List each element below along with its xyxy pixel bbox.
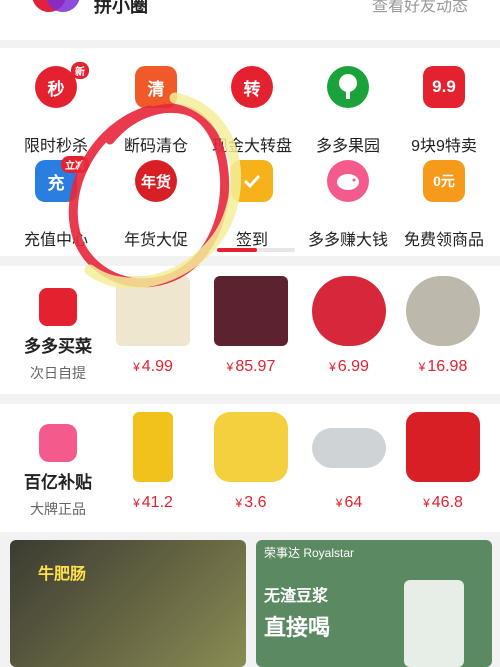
discount-badge: 立减	[61, 156, 89, 173]
product-price: ¥3.6	[235, 494, 267, 511]
grocery-row[interactable]: 多多买菜 次日自提 ¥4.99 ¥85.97 ¥6.99 ¥16.98	[0, 266, 500, 394]
banner-line-2: 直接喝	[264, 615, 331, 640]
wheel-icon: 转	[231, 66, 273, 108]
banner-line-1: 无渣豆浆	[264, 588, 329, 605]
oysters-icon	[406, 276, 480, 346]
calendar-check-icon	[231, 160, 273, 202]
banner-tag: 牛肥肠	[38, 566, 87, 583]
product-tile[interactable]: ¥4.99	[108, 272, 198, 392]
product-price: ¥16.98	[418, 358, 468, 375]
subsidy-row[interactable]: 百亿补贴 大牌正品 ¥41.2 ¥3.6 ¥64 ¥46.8	[0, 404, 500, 532]
grid-label: 多多赚大钱	[307, 232, 388, 249]
garlic-icon	[116, 276, 190, 346]
grid-label: 签到	[235, 232, 268, 249]
gift-bag-icon: 0元	[423, 160, 465, 202]
grid-label: 充值中心	[23, 232, 88, 249]
app-title: 拼小圈	[94, 0, 148, 16]
subsidy-section-title[interactable]: 百亿补贴 大牌正品	[18, 424, 98, 519]
row-name: 百亿补贴	[24, 473, 92, 492]
grid-item-clearance[interactable]: 清 断码清仓	[106, 58, 206, 158]
product-price: ¥41.2	[133, 494, 173, 511]
grid-item-cash-wheel[interactable]: 转 现金大转盘	[202, 58, 302, 158]
grid-item-recharge[interactable]: 充 立减 充值中心	[6, 152, 106, 252]
carrot-icon	[39, 288, 77, 326]
product-price: ¥6.99	[329, 358, 369, 375]
tag-icon: 9.9	[423, 66, 465, 108]
grid-item-orchard[interactable]: 多多果园	[298, 58, 398, 158]
money-bag-icon	[39, 424, 77, 462]
view-friends-activity-link[interactable]: 查看好友动态	[372, 0, 468, 16]
product-tile[interactable]: ¥16.98	[398, 272, 488, 392]
grid-label: 年货大促	[123, 232, 188, 249]
grid-item-check-in[interactable]: 签到	[202, 152, 302, 252]
grid-item-new-year-sale[interactable]: 年货 年货大促	[106, 152, 206, 252]
tree-icon	[327, 66, 369, 108]
food-banner[interactable]: 牛肥肠	[10, 540, 246, 667]
alarm-clock-icon: 秒 新	[35, 62, 89, 108]
product-tile[interactable]: ¥85.97	[206, 272, 296, 392]
product-price: ¥4.99	[133, 358, 173, 375]
row-name: 多多买菜	[24, 337, 92, 356]
product-tile[interactable]: ¥6.99	[304, 272, 394, 392]
product-price: ¥64	[335, 494, 363, 511]
row-subtitle: 次日自提	[30, 365, 86, 381]
grid-item-free-goods[interactable]: 0元 免费领商品	[394, 152, 494, 252]
top-bar: 拼小圈 查看好友动态	[0, 0, 500, 40]
product-tile[interactable]: ¥64	[304, 408, 394, 528]
lantern-icon: 年货	[135, 160, 177, 202]
app-logo	[32, 0, 82, 18]
new-badge: 新	[71, 62, 89, 79]
soymilk-banner[interactable]: 荣事达 Royalstar 无渣豆浆 直接喝	[256, 540, 492, 667]
grid-item-earn-money[interactable]: 多多赚大钱	[298, 152, 398, 252]
product-tile[interactable]: ¥41.2	[108, 408, 198, 528]
product-price: ¥85.97	[226, 358, 276, 375]
product-price: ¥46.8	[423, 494, 463, 511]
product-tile[interactable]: ¥46.8	[398, 408, 488, 528]
wax-apple-icon	[312, 276, 386, 346]
blender-icon	[404, 580, 464, 667]
grid-item-9-9-sale[interactable]: 9.9 9块9特卖	[394, 58, 494, 158]
grid-label: 免费领商品	[403, 232, 484, 249]
row-subtitle: 大牌正品	[30, 501, 86, 517]
grid-item-flash-sale[interactable]: 秒 新 限时秒杀	[6, 58, 106, 158]
grid-scroll-indicator	[217, 248, 295, 252]
brand-label: 荣事达 Royalstar	[264, 546, 355, 560]
oil-bottle-icon	[133, 412, 173, 482]
cherries-icon	[214, 276, 288, 346]
grid-scroll-thumb	[217, 248, 257, 252]
grocery-section-title[interactable]: 多多买菜 次日自提	[18, 288, 98, 383]
piggy-bank-icon	[327, 160, 369, 202]
induction-cooker-icon	[312, 428, 386, 468]
product-tile[interactable]: ¥3.6	[206, 408, 296, 528]
phone-icon: 充 立减	[35, 156, 89, 202]
electric-pot-icon	[214, 412, 288, 482]
sweater-icon	[406, 412, 480, 482]
quick-entry-grid: 秒 新 限时秒杀 清 断码清仓 转 现金大转盘 多多果园 9.9 9块9特卖 充…	[0, 48, 500, 256]
truck-icon: 清	[135, 66, 177, 108]
